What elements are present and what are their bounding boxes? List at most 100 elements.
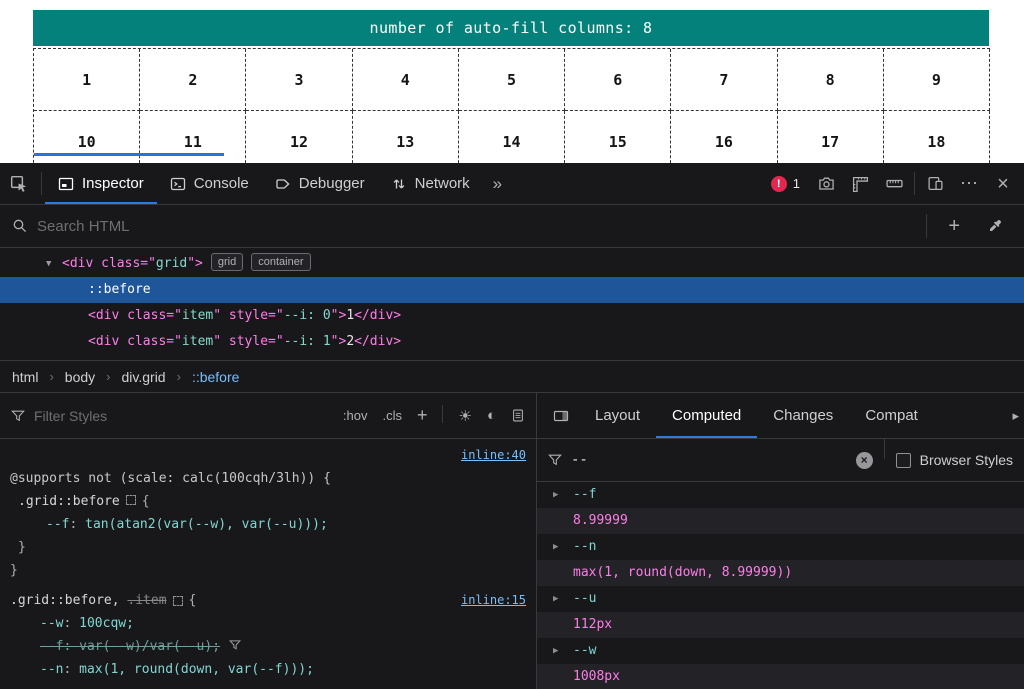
grid-cell: 5	[459, 49, 565, 111]
computed-property-value: 8.99999	[537, 508, 1024, 534]
breadcrumb-before[interactable]: ::before	[192, 369, 239, 385]
eyedropper-button[interactable]	[978, 218, 1012, 234]
grid-cell: 9	[884, 49, 990, 111]
add-rule-button[interactable]: +	[417, 405, 428, 426]
overridden-filter-icon[interactable]	[229, 639, 241, 651]
rulers-icon	[852, 175, 869, 192]
expand-arrow-icon[interactable]: ▶	[553, 534, 563, 560]
attr-value-token: --i: 1	[284, 334, 331, 349]
debugger-icon	[275, 176, 291, 192]
computed-filter-bar: -- × Browser Styles	[537, 439, 1024, 482]
computed-properties-list: ▶--f 8.99999 ▶--n max(1, round(down, 8.9…	[537, 482, 1024, 689]
measure-button[interactable]	[877, 163, 911, 204]
declaration-overridden[interactable]: --f: var(--w)/var(--u);	[10, 635, 526, 658]
error-count-button[interactable]: ! 1	[762, 176, 809, 192]
browser-styles-checkbox[interactable]	[896, 453, 911, 468]
property-name: --f	[40, 639, 63, 654]
markup-node-item[interactable]: <div class="item" style="--i: 0">1</div>	[0, 303, 1024, 329]
class-panel-button[interactable]: .cls	[382, 408, 402, 423]
tab-layout[interactable]: Layout	[579, 393, 656, 438]
text-token: 2	[346, 334, 354, 349]
tab-changes[interactable]: Changes	[757, 393, 849, 438]
devtools-menu-button[interactable]: ⋯	[952, 163, 986, 204]
tab-debugger[interactable]: Debugger	[262, 163, 378, 204]
divider	[884, 439, 885, 459]
computed-property-row[interactable]: ▶--f	[537, 482, 1024, 508]
tab-compat[interactable]: Compat	[849, 393, 934, 438]
expand-arrow-icon[interactable]: ▶	[553, 638, 563, 664]
attr-value-token: item	[182, 308, 213, 323]
close-devtools-button[interactable]: ×	[986, 163, 1020, 204]
source-link[interactable]: inline:40	[461, 444, 526, 467]
browser-styles-label: Browser Styles	[920, 452, 1013, 468]
expand-arrow-icon[interactable]: ▶	[553, 586, 563, 612]
breadcrumb-html[interactable]: html	[12, 369, 38, 385]
markup-node-item[interactable]: <div class="item" style="--i: 1">2</div>	[0, 329, 1024, 355]
property-value: 100cqw;	[79, 616, 134, 631]
tabs-overflow-arrow[interactable]: ▸	[1007, 393, 1024, 438]
tab-computed[interactable]: Computed	[656, 393, 757, 438]
tag-token: <div class="	[62, 256, 156, 271]
three-pane-toggle-button[interactable]	[543, 393, 579, 438]
selector-highlighter-icon[interactable]	[126, 495, 136, 505]
tag-token: </div>	[354, 308, 401, 323]
colon: :	[63, 639, 79, 654]
chevron-right-icon: ›	[177, 369, 181, 384]
grid-cell: 6	[565, 49, 671, 111]
property-value: tan(atan2(var(--w), var(--u)));	[85, 517, 328, 532]
declaration[interactable]: --n: max(1, round(down, var(--f)));	[10, 658, 526, 681]
computed-property-row[interactable]: ▶ --u	[537, 586, 1024, 612]
tag-token: " style="	[213, 334, 283, 349]
measure-icon	[886, 175, 903, 192]
tag-token: <div class="	[88, 308, 182, 323]
property-value: max(1, round(down, var(--f)));	[79, 662, 314, 677]
search-input[interactable]: Search HTML	[37, 218, 914, 235]
computed-filter-input[interactable]: --	[571, 452, 847, 468]
markup-node-grid[interactable]: ▼<div class="grid">gridcontainer	[0, 251, 1024, 277]
add-search-button[interactable]: +	[939, 215, 969, 238]
computed-property-row[interactable]: ▶--n	[537, 534, 1024, 560]
dark-scheme-simulation-button[interactable]: ◐	[487, 407, 496, 424]
property-name: --n	[40, 662, 63, 677]
error-icon: !	[771, 176, 787, 192]
breadcrumb-div-grid[interactable]: div.grid	[122, 369, 166, 385]
grid-badge[interactable]: grid	[211, 253, 243, 271]
filter-styles-input[interactable]: Filter Styles	[34, 408, 334, 424]
rule-selector-line: .grid::before, .item{inline:15	[10, 589, 526, 612]
grid-cell: 13	[353, 111, 459, 163]
close-brace: }	[10, 559, 526, 582]
breadcrumb-body[interactable]: body	[65, 369, 95, 385]
source-link[interactable]: inline:15	[461, 589, 526, 612]
devtools-toolbar: Inspector Console Debugger Network » ! 1	[0, 163, 1024, 205]
pseudo-class-panel-button[interactable]: :hov	[343, 408, 368, 423]
print-simulation-button[interactable]	[511, 408, 525, 423]
divider	[926, 214, 927, 238]
computed-property-name: --u	[573, 586, 596, 612]
grid-cell: 8	[778, 49, 884, 111]
screenshot-button[interactable]	[809, 163, 843, 204]
rules-toolbar: Filter Styles :hov .cls + ☀ ◐	[0, 393, 536, 439]
selector-highlighter-icon[interactable]	[173, 596, 183, 606]
tag-token: ">	[187, 256, 203, 271]
divider	[41, 172, 42, 195]
tag-token: ">	[331, 334, 347, 349]
declaration[interactable]: --w: 100cqw;	[10, 612, 526, 635]
container-badge[interactable]: container	[251, 253, 310, 271]
expand-arrow-icon[interactable]: ▼	[46, 251, 62, 277]
selector: .grid::before,	[10, 593, 127, 608]
tab-console[interactable]: Console	[157, 163, 262, 204]
clear-filter-button[interactable]: ×	[856, 452, 873, 469]
grid-cell: 17	[778, 111, 884, 163]
expand-arrow-icon[interactable]: ▶	[553, 482, 563, 508]
more-tabs-button[interactable]: »	[483, 163, 512, 204]
devtools: Inspector Console Debugger Network » ! 1	[0, 163, 1024, 689]
computed-property-row[interactable]: ▶--w	[537, 638, 1024, 664]
tab-network[interactable]: Network	[378, 163, 483, 204]
rulers-button[interactable]	[843, 163, 877, 204]
declaration[interactable]: --f: tan(atan2(var(--w), var(--u)));	[10, 513, 526, 536]
tab-inspector[interactable]: Inspector	[45, 163, 157, 204]
pick-element-button[interactable]	[0, 163, 38, 204]
responsive-design-button[interactable]	[918, 163, 952, 204]
markup-node-before-selected[interactable]: ::before	[0, 277, 1024, 303]
light-scheme-simulation-button[interactable]: ☀	[458, 407, 471, 425]
